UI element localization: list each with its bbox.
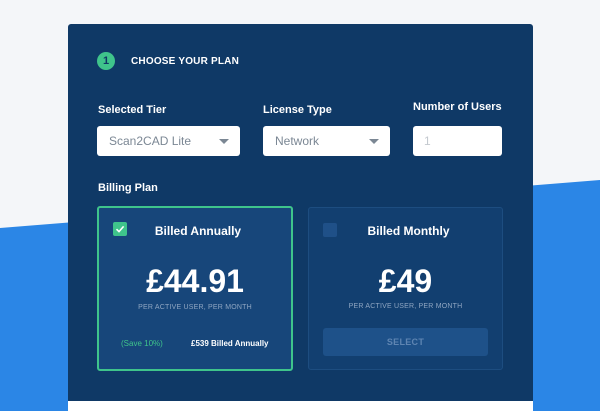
plan-panel: 1 CHOOSE YOUR PLAN Selected Tier Scan2CA… (68, 24, 533, 411)
monthly-price-subtext: PER ACTIVE USER, PER MONTH (348, 303, 463, 310)
chevron-down-icon (219, 139, 229, 144)
number-of-users-placeholder: 1 (424, 134, 431, 148)
annual-price-subtext: PER ACTIVE USER, PER MONTH (138, 304, 252, 311)
billed-annually-card[interactable]: Billed Annually £44.91 PER ACTIVE USER, … (97, 206, 293, 371)
select-monthly-button[interactable]: SELECT (323, 328, 488, 356)
billed-monthly-card[interactable]: Billed Monthly £49 PER ACTIVE USER, PER … (308, 207, 503, 370)
annual-save-text: (Save 10%) (121, 339, 163, 348)
license-type-value: Network (275, 134, 320, 148)
selected-tier-label: Selected Tier (98, 104, 167, 116)
license-type-dropdown[interactable]: Network (263, 126, 390, 156)
chevron-down-icon (369, 139, 379, 144)
license-type-label: License Type (263, 104, 332, 116)
billing-plan-label: Billing Plan (98, 182, 158, 194)
selected-tier-value: Scan2CAD Lite (109, 134, 192, 148)
number-of-users-label: Number of Users (413, 101, 502, 113)
monthly-price: £49 (378, 263, 433, 299)
number-of-users-input[interactable]: 1 (413, 126, 502, 156)
step-number-badge: 1 (97, 52, 115, 70)
annual-billed-total: £539 Billed Annually (191, 339, 269, 348)
annual-price: £44.91 (146, 263, 244, 299)
step-title: CHOOSE YOUR PLAN (131, 56, 240, 67)
monthly-card-title: Billed Monthly (367, 224, 450, 238)
annual-card-title: Billed Annually (154, 224, 242, 238)
selected-tier-dropdown[interactable]: Scan2CAD Lite (97, 126, 240, 156)
next-section-card (68, 401, 533, 411)
